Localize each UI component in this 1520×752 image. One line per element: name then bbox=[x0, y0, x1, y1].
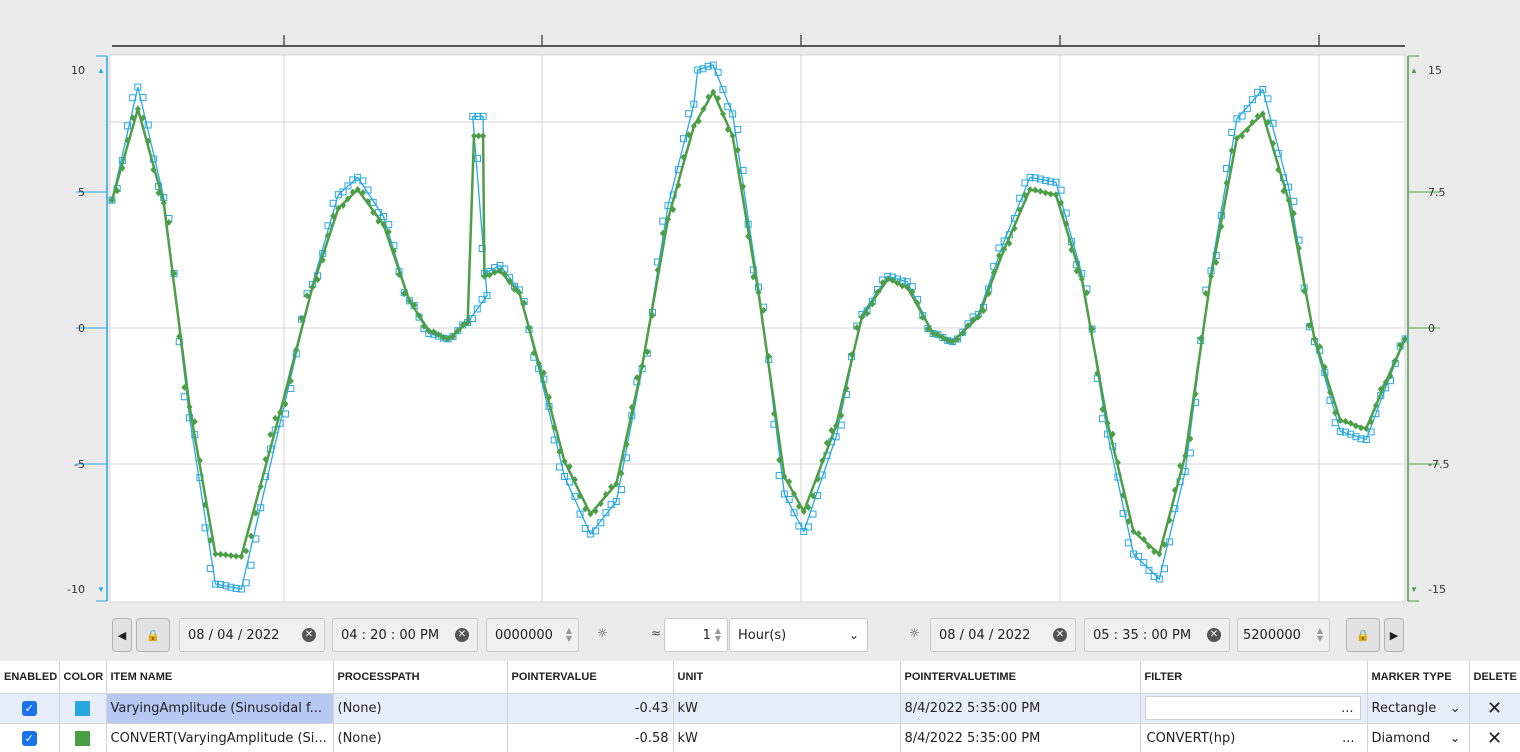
enabled-checkbox[interactable]: ✓ bbox=[21, 700, 37, 716]
filter-input[interactable]: CONVERT(hp)... bbox=[1144, 726, 1361, 750]
col-pointervalue[interactable]: POINTERVALUE bbox=[507, 661, 674, 694]
col-filter[interactable]: FILTER bbox=[1140, 661, 1368, 694]
end-ms-value: 5200000 bbox=[1243, 627, 1301, 643]
pointervalue: -0.58 bbox=[507, 723, 674, 752]
scroll-down-icon[interactable]: ▼ bbox=[97, 585, 105, 594]
color-swatch[interactable] bbox=[75, 730, 90, 746]
start-date-value: 08 / 04 / 2022 bbox=[188, 627, 280, 643]
processpath: (None) bbox=[333, 693, 508, 724]
enabled-checkbox[interactable]: ✓ bbox=[21, 730, 37, 746]
start-time-field[interactable]: 04 : 20 : 00 PM ✕ bbox=[332, 618, 478, 652]
right-axis-tick-label: 7.5 bbox=[1428, 186, 1446, 199]
trend-chart[interactable]: ▲ ▼ 10 5 0 -5 -10 ▲ ▼ 15 7.5 0 -7.5 -15 bbox=[0, 0, 1520, 610]
end-time-field[interactable]: 05 : 35 : 00 PM ✕ bbox=[1084, 618, 1230, 652]
filter-value: CONVERT(hp) bbox=[1146, 730, 1236, 746]
filter-browse-button[interactable]: ... bbox=[1342, 731, 1354, 746]
item-name[interactable]: VaryingAmplitude (Sinusoidal f... bbox=[106, 693, 332, 722]
pointervaluetime: 8/4/2022 5:35:00 PM bbox=[900, 693, 1141, 724]
col-unit[interactable]: UNIT bbox=[673, 661, 901, 694]
chevron-down-icon: ⌄ bbox=[1449, 700, 1461, 716]
end-date-value: 08 / 04 / 2022 bbox=[939, 627, 1031, 643]
lock-icon: 🔒 bbox=[1356, 629, 1370, 642]
unit: kW bbox=[673, 723, 901, 752]
filter-browse-button[interactable]: ... bbox=[1341, 701, 1353, 716]
col-pointervaluetime[interactable]: POINTERVALUETIME bbox=[900, 661, 1141, 694]
left-axis-tick-label: -10 bbox=[67, 583, 85, 596]
scroll-up-icon[interactable]: ▲ bbox=[1410, 66, 1418, 75]
chevron-down-icon: ⌄ bbox=[848, 628, 859, 642]
end-date-field[interactable]: 08 / 04 / 2022 ✕ bbox=[930, 618, 1076, 652]
start-time-value: 04 : 20 : 00 PM bbox=[341, 627, 440, 643]
end-time-value: 05 : 35 : 00 PM bbox=[1093, 627, 1192, 643]
pens-grid: ENABLED COLOR ITEM NAME PROCESSPATH POIN… bbox=[0, 661, 1520, 752]
header-row: ENABLED COLOR ITEM NAME PROCESSPATH POIN… bbox=[0, 661, 1520, 694]
col-color[interactable]: COLOR bbox=[59, 661, 107, 694]
table-row[interactable]: ✓ VaryingAmplitude (Sinusoidal f... (Non… bbox=[0, 693, 1520, 724]
chevron-down-icon: ⌄ bbox=[1449, 730, 1461, 746]
col-item-name[interactable]: ITEM NAME bbox=[106, 661, 334, 694]
delete-icon[interactable]: ✕ bbox=[1487, 728, 1502, 749]
col-delete[interactable]: DELETE bbox=[1469, 661, 1520, 694]
right-axis-tick-label: -15 bbox=[1428, 583, 1446, 596]
scroll-left-button[interactable]: ◀ bbox=[112, 618, 132, 652]
marker-type-select[interactable]: Diamond ⌄ bbox=[1372, 731, 1465, 746]
lock-end-button[interactable]: 🔒 bbox=[1346, 618, 1380, 652]
unit: kW bbox=[673, 693, 901, 724]
start-ms-value: 0000000 bbox=[495, 627, 553, 643]
trend-viewer: ▲ ▼ 10 5 0 -5 -10 ▲ ▼ 15 7.5 0 -7.5 -15 ◀ 🔒 08 / 04 … bbox=[0, 0, 1520, 752]
filter-input[interactable]: ... bbox=[1144, 696, 1361, 720]
interval-count-field[interactable]: 1 ▲ ▼ bbox=[664, 618, 728, 652]
interval-count-value: 1 bbox=[702, 627, 711, 643]
interval-icon: ≈ bbox=[651, 626, 662, 640]
left-axis-tick-label: 10 bbox=[71, 64, 85, 77]
marker-type-value: Diamond bbox=[1371, 730, 1431, 746]
table-row[interactable]: ✓ CONVERT(VaryingAmplitude (Si... (None)… bbox=[0, 723, 1520, 752]
right-axis-tick-label: -7.5 bbox=[1428, 458, 1449, 471]
pointervalue: -0.43 bbox=[507, 693, 674, 724]
end-sun-icon: ☼ bbox=[909, 626, 920, 640]
col-enabled[interactable]: ENABLED bbox=[0, 661, 60, 694]
left-axis-tick-label: 5 bbox=[78, 186, 85, 199]
chevron-left-icon: ◀ bbox=[117, 629, 127, 642]
clear-icon[interactable]: ✕ bbox=[455, 628, 469, 642]
delete-icon[interactable]: ✕ bbox=[1487, 698, 1502, 719]
right-axis-tick-label: 0 bbox=[1428, 322, 1435, 335]
chart-svg[interactable]: ▲ ▼ 10 5 0 -5 -10 ▲ ▼ 15 7.5 0 -7.5 -15 bbox=[0, 0, 1520, 610]
chevron-right-icon: ▶ bbox=[1389, 629, 1399, 642]
clear-icon[interactable]: ✕ bbox=[302, 628, 316, 642]
end-ms-field[interactable]: 5200000 ▲ ▼ bbox=[1237, 618, 1330, 652]
color-swatch[interactable] bbox=[75, 700, 90, 716]
col-marker-type[interactable]: MARKER TYPE bbox=[1367, 661, 1470, 694]
right-axis-tick-label: 15 bbox=[1428, 64, 1442, 77]
spinner-icon[interactable]: ▲ ▼ bbox=[715, 627, 721, 643]
clear-icon[interactable]: ✕ bbox=[1207, 628, 1221, 642]
left-axis-tick-label: 0 bbox=[78, 322, 85, 335]
clear-icon[interactable]: ✕ bbox=[1053, 628, 1067, 642]
col-processpath[interactable]: PROCESSPATH bbox=[333, 661, 508, 694]
scroll-down-icon[interactable]: ▼ bbox=[1410, 585, 1418, 594]
marker-type-select[interactable]: Rectangle ⌄ bbox=[1372, 701, 1465, 716]
interval-unit-select[interactable]: Hour(s) ⌄ bbox=[729, 618, 868, 652]
left-axis-tick-label: -5 bbox=[74, 458, 85, 471]
scroll-right-button[interactable]: ▶ bbox=[1384, 618, 1404, 652]
lock-icon: 🔒 bbox=[146, 629, 160, 642]
pointervaluetime: 8/4/2022 5:35:00 PM bbox=[900, 723, 1141, 752]
time-range-toolbar: ◀ 🔒 08 / 04 / 2022 ✕ 04 : 20 : 00 PM ✕ 0… bbox=[0, 612, 1520, 660]
spinner-icon[interactable]: ▲ ▼ bbox=[566, 627, 572, 643]
start-sun-icon: ☼ bbox=[597, 626, 608, 640]
spinner-icon[interactable]: ▲ ▼ bbox=[1317, 627, 1323, 643]
item-name[interactable]: CONVERT(VaryingAmplitude (Si... bbox=[106, 723, 334, 752]
lock-start-button[interactable]: 🔒 bbox=[136, 618, 170, 652]
interval-unit-value: Hour(s) bbox=[738, 627, 787, 643]
scroll-up-icon[interactable]: ▲ bbox=[97, 66, 105, 75]
pens-table: ENABLED COLOR ITEM NAME PROCESSPATH POIN… bbox=[0, 661, 1520, 752]
marker-type-value: Rectangle bbox=[1371, 700, 1437, 716]
start-date-field[interactable]: 08 / 04 / 2022 ✕ bbox=[179, 618, 325, 652]
processpath: (None) bbox=[333, 723, 508, 752]
start-ms-field[interactable]: 0000000 ▲ ▼ bbox=[486, 618, 579, 652]
